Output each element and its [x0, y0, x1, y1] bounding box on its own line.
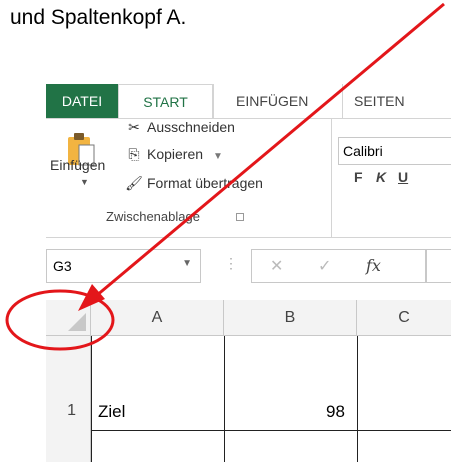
row-header-1[interactable]: 1	[46, 336, 91, 462]
copy-button[interactable]: ⎘ Kopieren ▼	[124, 146, 223, 163]
format-painter-button[interactable]: 🖌 Format übertragen	[124, 175, 263, 192]
paste-button[interactable]: Einfügen	[50, 157, 105, 173]
italic-button[interactable]: K	[376, 169, 386, 185]
row-number: 1	[67, 402, 76, 419]
grid-line	[91, 336, 92, 462]
tab-file[interactable]: DATEI	[46, 84, 118, 118]
column-header-b[interactable]: B	[224, 300, 357, 336]
paintbrush-icon: 🖌	[125, 175, 143, 191]
formula-bar: G3 ▼ ⋮ ✕ ✓ fx	[46, 249, 451, 283]
insert-function-icon[interactable]: fx	[366, 256, 381, 275]
tab-divider	[342, 84, 343, 118]
grid-line	[357, 336, 358, 462]
spreadsheet-grid: A B C 1 Ziel 98	[46, 300, 451, 462]
tab-insert[interactable]: EINFÜGEN	[236, 84, 308, 118]
cut-label: Ausschneiden	[147, 119, 235, 135]
name-box[interactable]: G3 ▼	[46, 249, 201, 283]
bold-button[interactable]: F	[354, 169, 363, 185]
cancel-icon[interactable]: ✕	[270, 256, 283, 276]
tab-start[interactable]: START	[118, 84, 213, 119]
group-divider	[331, 119, 332, 237]
copy-label: Kopieren	[147, 146, 204, 162]
name-box-value: G3	[53, 258, 72, 274]
cell-a1[interactable]: Ziel	[98, 402, 125, 422]
grid-line	[224, 336, 225, 462]
select-all-button[interactable]	[46, 300, 91, 336]
confirm-icon[interactable]: ✓	[318, 256, 331, 276]
cell-b1[interactable]: 98	[326, 402, 345, 422]
select-all-triangle-icon	[68, 313, 86, 331]
clipboard-group-label: Zwischenablage	[106, 209, 200, 224]
tab-divider	[213, 84, 214, 118]
chevron-down-icon[interactable]: ▼	[182, 258, 192, 269]
format-painter-label: Format übertragen	[147, 175, 263, 191]
dialog-launcher-icon[interactable]	[236, 213, 244, 221]
column-header-c[interactable]: C	[357, 300, 451, 336]
underline-button[interactable]: U	[398, 169, 408, 185]
copy-dropdown-icon[interactable]: ▼	[213, 151, 223, 162]
scissors-icon: ✂	[128, 119, 140, 135]
ribbon-tabs: DATEI START EINFÜGEN SEITEN	[46, 84, 451, 119]
cut-button[interactable]: ✂ Ausschneiden	[124, 119, 235, 136]
ribbon-panel: Einfügen ▼ ✂ Ausschneiden ⎘ Kopieren ▼ 🖌 Fo…	[46, 118, 451, 238]
copy-icon: ⎘	[128, 146, 140, 162]
column-header-a[interactable]: A	[91, 300, 224, 336]
grid-line	[91, 430, 451, 431]
caption-text: und Spaltenkopf A.	[10, 6, 187, 29]
tab-pages[interactable]: SEITEN	[354, 84, 405, 118]
font-name-select[interactable]: Calibri	[338, 137, 451, 165]
formula-input[interactable]	[426, 249, 451, 283]
formula-bar-buttons: ✕ ✓ fx	[251, 249, 426, 283]
paste-dropdown-icon[interactable]: ▼	[80, 177, 89, 187]
formula-bar-grip-icon[interactable]: ⋮	[224, 255, 238, 272]
